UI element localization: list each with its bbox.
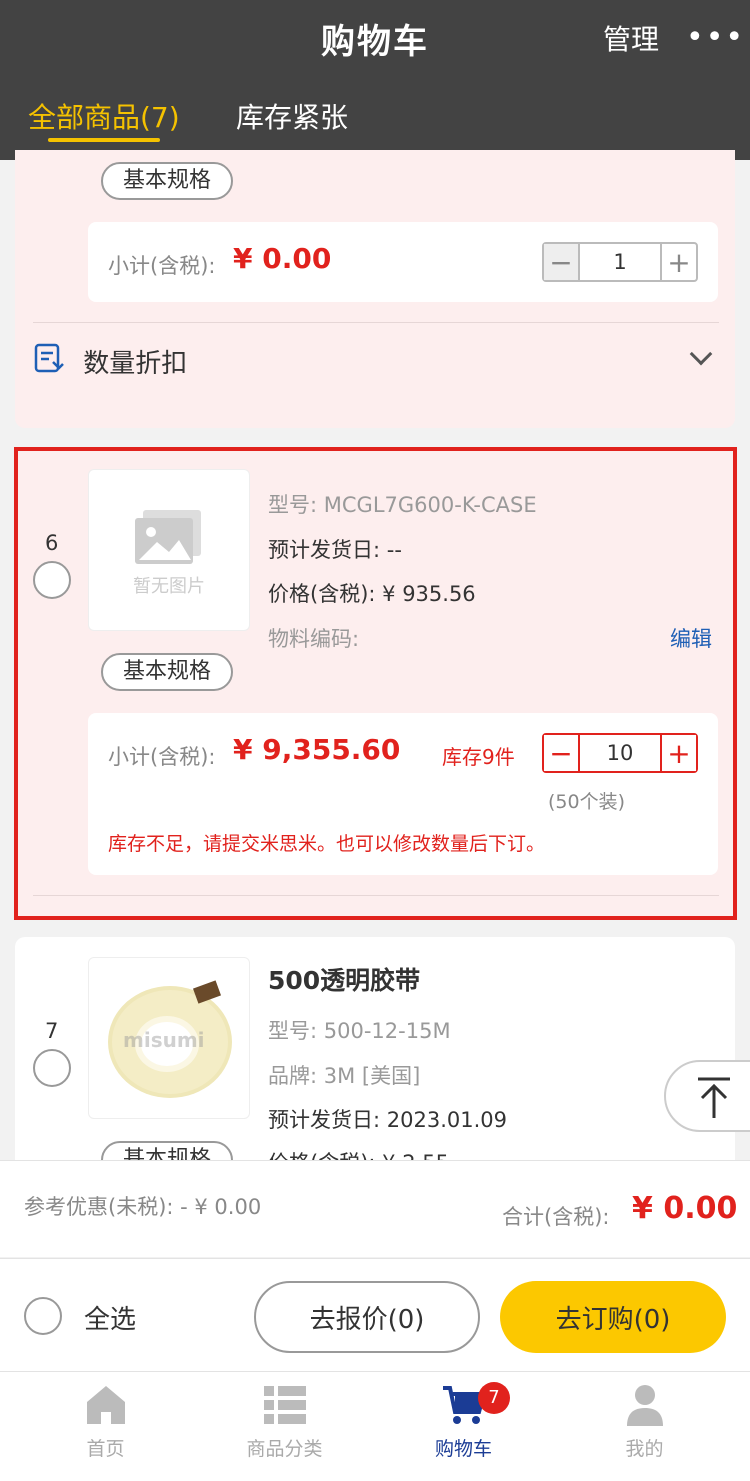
nav-profile-label: 我的 — [625, 1438, 664, 1460]
total-value: ¥ 0.00 — [632, 1191, 738, 1226]
divider — [33, 322, 719, 323]
stock-label: 库存9件 — [442, 745, 515, 769]
item-select-radio[interactable] — [33, 1049, 71, 1087]
nav-home[interactable]: 首页 — [12, 1372, 199, 1481]
material-line: 物料编码: — [268, 623, 359, 653]
price-key: 价格(含税): — [268, 582, 376, 606]
manage-button[interactable]: 管理 — [603, 18, 659, 58]
subtotal-label: 小计(含税): — [108, 745, 216, 769]
decrease-button[interactable]: − — [544, 244, 580, 280]
model-key: 型号: — [268, 493, 318, 517]
brand-value: 3M [美国] — [323, 1064, 421, 1088]
product-name[interactable]: 500透明胶带 — [268, 961, 420, 997]
stock-warning: 库存不足，请提交米思米。也可以修改数量后下订。 — [108, 833, 546, 855]
price-value: ¥ 935.56 — [382, 582, 476, 606]
arrow-up-icon — [698, 1077, 730, 1118]
item-select-radio[interactable] — [33, 561, 71, 599]
subtotal-label: 小计(含税): — [108, 254, 216, 278]
decrease-button[interactable]: − — [544, 735, 580, 771]
list-icon — [263, 1386, 306, 1424]
cart-summary: 参考优惠(未税): - ¥ 0.00 合计(含税): ¥ 0.00 — [0, 1160, 750, 1257]
model-key: 型号: — [268, 1019, 318, 1043]
price-line: 价格(含税): ¥ 935.56 — [268, 578, 476, 608]
material-key: 物料编码: — [268, 627, 360, 651]
select-all-radio[interactable] — [24, 1297, 62, 1335]
image-placeholder-icon — [135, 510, 201, 564]
select-all-label[interactable]: 全选 — [84, 1299, 136, 1336]
model-value: 500-12-15M — [323, 1019, 451, 1043]
reference-discount: 参考优惠(未税): - ¥ 0.00 — [24, 1195, 262, 1219]
increase-button[interactable]: + — [660, 244, 696, 280]
subtotal-value: ¥ 9,355.60 — [233, 733, 401, 766]
discount-icon — [33, 342, 65, 381]
model-line: 型号: MCGL7G600-K-CASE — [268, 489, 537, 519]
home-icon — [86, 1386, 125, 1424]
spec-button[interactable]: 基本规格 — [101, 162, 234, 200]
tab-low-stock[interactable]: 库存紧张 — [236, 96, 348, 136]
quantity-stepper[interactable]: − 1 + — [542, 242, 698, 282]
cart-count-badge: 7 — [478, 1382, 510, 1414]
spec-button[interactable]: 基本规格 — [101, 1141, 234, 1160]
ship-key: 预计发货日: — [268, 538, 381, 562]
ship-key: 预计发货日: — [268, 1108, 381, 1132]
subtotal-value: ¥ 0.00 — [233, 242, 332, 275]
app-header: 购物车 管理 ••• 全部商品(7) 库存紧张 — [0, 0, 750, 160]
nav-cart[interactable]: 购物车 — [370, 1372, 557, 1481]
ship-line: 预计发货日: -- — [268, 534, 402, 564]
price-key: 价格(含税): — [268, 1151, 375, 1160]
quantity-input[interactable]: 1 — [580, 244, 660, 280]
nav-categories-label: 商品分类 — [246, 1438, 323, 1460]
order-button[interactable]: 去订购(0) — [500, 1281, 726, 1353]
subtotal-panel: 小计(含税): ¥ 0.00 − 1 + — [88, 222, 718, 302]
cart-item-6: 6 暂无图片 型号: MCGL7G600-K-CASE 预计发货日: -- 价格… — [15, 451, 735, 917]
chevron-down-icon[interactable] — [689, 342, 713, 366]
increase-button[interactable]: + — [660, 735, 696, 771]
edit-link[interactable]: 编辑 — [670, 623, 712, 653]
tab-all-products-label: 全部商品(7) — [28, 101, 180, 134]
image-watermark: misumi — [123, 1028, 205, 1052]
model-value: MCGL7G600-K-CASE — [323, 493, 537, 517]
scroll-to-top-button[interactable] — [664, 1060, 750, 1132]
tab-all-products[interactable]: 全部商品(7) — [28, 96, 180, 142]
ship-value: 2023.01.09 — [386, 1108, 508, 1132]
more-icon[interactable]: ••• — [686, 20, 745, 55]
spec-button[interactable]: 基本规格 — [101, 653, 234, 691]
no-image-text: 暂无图片 — [133, 576, 205, 597]
divider — [33, 895, 719, 896]
discount-label: 数量折扣 — [83, 349, 188, 379]
nav-cart-label: 购物车 — [434, 1438, 492, 1460]
subtotal-panel: 小计(含税): ¥ 9,355.60 库存9件 − 10 + (50个装) 库存… — [88, 713, 718, 875]
item-index: 6 — [45, 531, 59, 555]
user-icon — [626, 1385, 663, 1426]
item-index: 7 — [45, 1019, 59, 1043]
ship-line: 预计发货日: 2023.01.09 — [268, 1104, 507, 1134]
cart-item-7: 7 misumi 500透明胶带 型号: 500-12-15M 品牌: 3M [… — [15, 937, 735, 1160]
cart-item-5: 基本规格 小计(含税): ¥ 0.00 − 1 + 数量折扣 — [15, 150, 735, 428]
brand-line: 品牌: 3M [美国] — [268, 1060, 420, 1090]
product-image: misumi — [88, 957, 250, 1119]
quote-button[interactable]: 去报价(0) — [254, 1281, 480, 1353]
quantity-input[interactable]: 10 — [580, 735, 660, 771]
product-image-placeholder: 暂无图片 — [88, 469, 250, 631]
brand-key: 品牌: — [268, 1064, 318, 1088]
nav-profile[interactable]: 我的 — [551, 1372, 738, 1481]
price-value: ¥ 2.55 — [382, 1151, 449, 1160]
pack-note: (50个装) — [548, 791, 626, 813]
nav-categories[interactable]: 商品分类 — [191, 1372, 378, 1481]
nav-home-label: 首页 — [86, 1438, 125, 1460]
tab-active-underline — [48, 138, 160, 142]
total-label: 合计(含税): — [502, 1205, 610, 1229]
price-line: 价格(含税): ¥ 2.55 — [268, 1147, 449, 1160]
bottom-nav: 首页 商品分类 购物车 我的 — [0, 1371, 750, 1481]
tab-low-stock-label: 库存紧张 — [236, 101, 349, 134]
quantity-discount-row[interactable]: 数量折扣 — [33, 342, 187, 381]
model-line: 型号: 500-12-15M — [268, 1015, 451, 1045]
ship-value: -- — [386, 538, 402, 562]
quantity-stepper[interactable]: − 10 + — [542, 733, 698, 773]
cart-actions: 全选 去报价(0) 去订购(0) — [0, 1258, 750, 1371]
